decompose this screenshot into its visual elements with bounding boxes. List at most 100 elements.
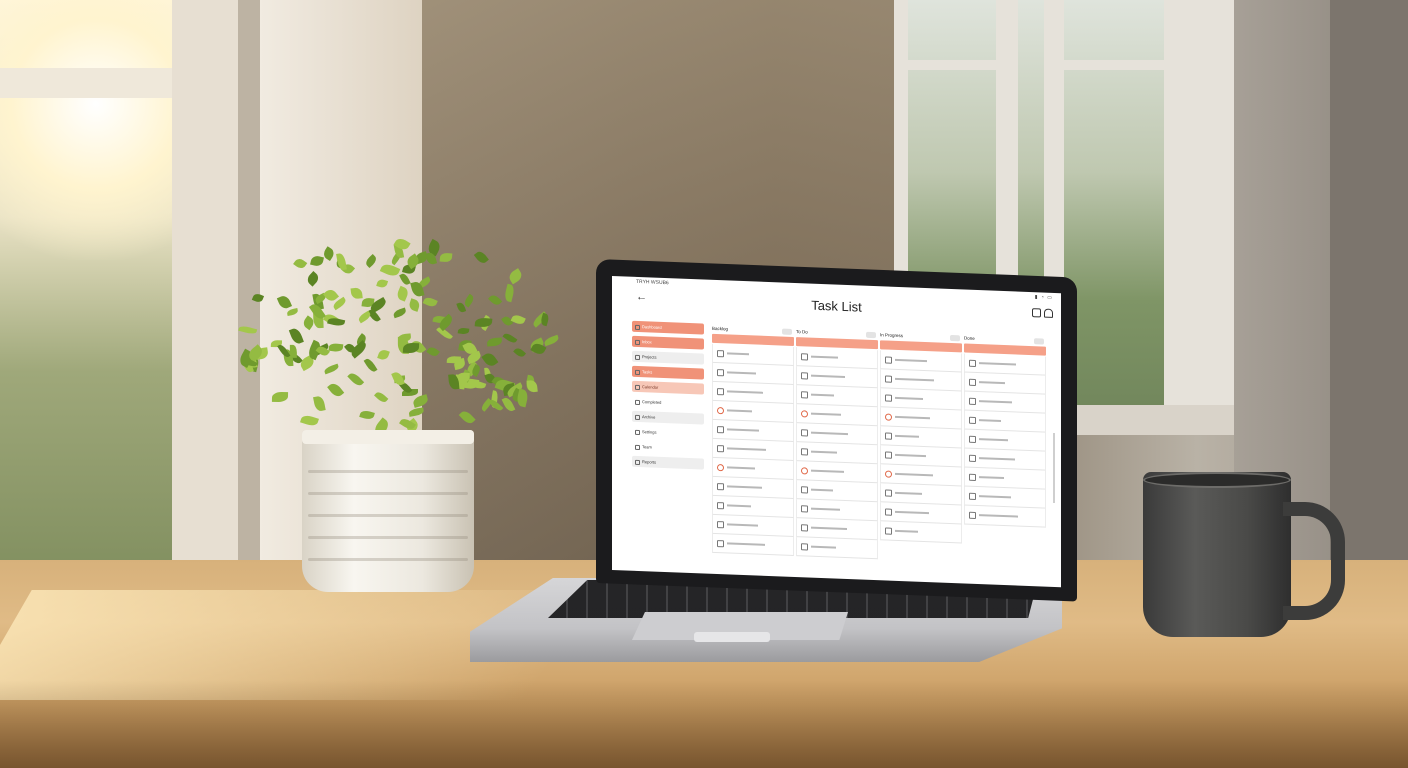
task-checkbox[interactable] bbox=[885, 489, 892, 497]
task-checkbox[interactable] bbox=[885, 432, 892, 440]
task-checkbox[interactable] bbox=[717, 464, 724, 472]
task-text-placeholder bbox=[895, 453, 926, 458]
task-checkbox[interactable] bbox=[969, 378, 976, 386]
task-checkbox[interactable] bbox=[801, 410, 808, 418]
leaf bbox=[486, 337, 502, 347]
task-checkbox[interactable] bbox=[801, 486, 808, 494]
task-checkbox[interactable] bbox=[717, 521, 724, 529]
sidebar-item[interactable]: Settings bbox=[632, 426, 704, 440]
task-checkbox[interactable] bbox=[717, 350, 724, 358]
task-checkbox[interactable] bbox=[801, 372, 808, 380]
task-checkbox[interactable] bbox=[969, 359, 976, 367]
task-checkbox[interactable] bbox=[969, 492, 976, 500]
leaf bbox=[375, 277, 389, 289]
plant-foliage bbox=[222, 225, 560, 440]
column-menu-button[interactable] bbox=[1034, 338, 1044, 345]
share-icon[interactable] bbox=[1032, 308, 1041, 318]
task-checkbox[interactable] bbox=[969, 435, 976, 443]
task-checkbox[interactable] bbox=[801, 524, 808, 532]
task-checkbox[interactable] bbox=[717, 445, 724, 453]
leaf bbox=[488, 292, 503, 308]
task-checkbox[interactable] bbox=[969, 416, 976, 424]
leaf bbox=[512, 345, 527, 359]
task-checkbox[interactable] bbox=[885, 413, 892, 421]
task-checkbox[interactable] bbox=[885, 394, 892, 402]
leaf bbox=[426, 345, 440, 359]
task-checkbox[interactable] bbox=[801, 543, 808, 551]
task-text-placeholder bbox=[979, 476, 1004, 479]
sidebar-item[interactable]: Team bbox=[632, 441, 704, 455]
sidebar-item[interactable]: Dashboard bbox=[632, 320, 704, 335]
sidebar-item-icon bbox=[635, 384, 640, 391]
task-checkbox[interactable] bbox=[885, 508, 892, 516]
sidebar-item[interactable]: Archive bbox=[632, 410, 704, 425]
task-checkbox[interactable] bbox=[885, 356, 892, 364]
sidebar-item[interactable]: Reports bbox=[632, 455, 704, 470]
leaf bbox=[293, 256, 308, 271]
task-checkbox[interactable] bbox=[885, 375, 892, 383]
sidebar-item-icon bbox=[635, 324, 640, 331]
task-checkbox[interactable] bbox=[717, 502, 724, 510]
sidebar-item[interactable]: Inbox bbox=[632, 335, 704, 350]
sidebar-item[interactable]: Completed bbox=[632, 396, 704, 410]
task-text-placeholder bbox=[811, 507, 840, 511]
window-mullion bbox=[1064, 60, 1164, 70]
task-checkbox[interactable] bbox=[717, 540, 724, 548]
task-checkbox[interactable] bbox=[969, 454, 976, 462]
task-text-placeholder bbox=[811, 545, 836, 549]
leaf bbox=[310, 254, 325, 268]
task-checkbox[interactable] bbox=[717, 369, 724, 377]
task-checkbox[interactable] bbox=[717, 407, 724, 415]
leaf bbox=[358, 409, 376, 422]
task-checkbox[interactable] bbox=[801, 429, 808, 437]
pot-ridge bbox=[308, 492, 468, 495]
task-text-placeholder bbox=[727, 390, 763, 394]
board-column: To Do bbox=[796, 327, 878, 560]
task-text-placeholder bbox=[811, 393, 834, 397]
sidebar-item[interactable]: Tasks bbox=[632, 365, 704, 380]
task-text-placeholder bbox=[811, 431, 848, 436]
sidebar-item[interactable]: Projects bbox=[632, 350, 704, 365]
leaf bbox=[326, 380, 345, 400]
task-checkbox[interactable] bbox=[885, 527, 892, 535]
task-checkbox[interactable] bbox=[801, 467, 808, 475]
task-checkbox[interactable] bbox=[801, 353, 808, 361]
right-shadow bbox=[1330, 0, 1408, 600]
sidebar-item-label: Reports bbox=[642, 459, 657, 465]
column-title: To Do bbox=[796, 329, 808, 335]
notification-icon[interactable] bbox=[1044, 308, 1053, 318]
task-checkbox[interactable] bbox=[801, 391, 808, 399]
task-checkbox[interactable] bbox=[969, 473, 976, 481]
task-text-placeholder bbox=[895, 415, 930, 420]
plant-pot bbox=[302, 430, 474, 592]
column-menu-button[interactable] bbox=[866, 331, 876, 339]
task-checkbox[interactable] bbox=[717, 483, 724, 491]
task-card[interactable] bbox=[712, 533, 794, 556]
leaf bbox=[422, 295, 438, 309]
pot-rim bbox=[302, 430, 474, 444]
pot-ridge bbox=[308, 558, 468, 561]
task-checkbox[interactable] bbox=[801, 448, 808, 456]
task-text-placeholder bbox=[895, 472, 933, 477]
status-icons: ▮ ◔ ▭ bbox=[1034, 294, 1053, 301]
laptop-notch bbox=[694, 632, 770, 642]
scrollbar[interactable] bbox=[1053, 432, 1055, 504]
column-menu-button[interactable] bbox=[950, 334, 960, 342]
task-checkbox[interactable] bbox=[885, 470, 892, 478]
task-checkbox[interactable] bbox=[885, 451, 892, 459]
task-checkbox[interactable] bbox=[969, 397, 976, 405]
task-checkbox[interactable] bbox=[801, 505, 808, 513]
task-checkbox[interactable] bbox=[969, 511, 976, 519]
sidebar-item-icon bbox=[635, 369, 640, 376]
task-card[interactable] bbox=[880, 521, 962, 544]
board-column: Backlog bbox=[712, 324, 794, 556]
task-checkbox[interactable] bbox=[717, 388, 724, 396]
sidebar-item[interactable]: Calendar bbox=[632, 380, 704, 395]
task-text-placeholder bbox=[895, 377, 934, 382]
column-menu-button[interactable] bbox=[782, 328, 792, 335]
task-card[interactable] bbox=[796, 537, 878, 560]
task-checkbox[interactable] bbox=[717, 426, 724, 434]
window-mullion bbox=[908, 60, 1004, 70]
task-card[interactable] bbox=[964, 505, 1046, 528]
leaf bbox=[238, 324, 258, 336]
